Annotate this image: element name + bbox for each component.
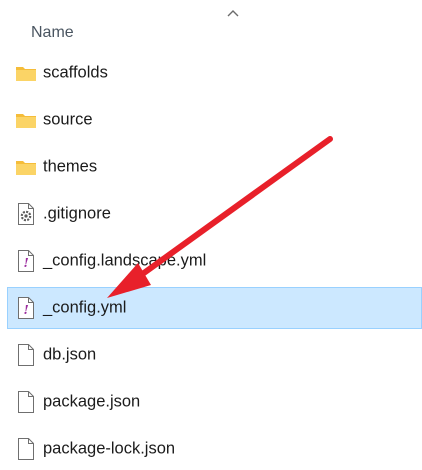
file-row-config-yml[interactable]: ! _config.yml bbox=[7, 287, 422, 329]
document-icon bbox=[18, 438, 34, 460]
folder-icon bbox=[16, 114, 36, 128]
file-row-themes[interactable]: themes bbox=[7, 147, 422, 187]
sort-ascending-icon[interactable] bbox=[226, 8, 240, 18]
document-icon bbox=[18, 344, 34, 366]
folder-icon bbox=[16, 67, 36, 81]
file-row-scaffolds[interactable]: scaffolds bbox=[7, 53, 422, 93]
file-name: db.json bbox=[43, 345, 97, 364]
column-header-name[interactable]: Name bbox=[31, 24, 74, 42]
settings-file-icon bbox=[18, 203, 34, 225]
file-row-source[interactable]: source bbox=[7, 100, 422, 140]
file-row-package-json[interactable]: package.json bbox=[7, 382, 422, 422]
file-name: scaffolds bbox=[43, 63, 108, 82]
file-name: .gitignore bbox=[43, 204, 111, 223]
svg-text:!: ! bbox=[24, 303, 29, 317]
folder-icon bbox=[16, 161, 36, 175]
file-name: source bbox=[43, 110, 93, 129]
file-row-db-json[interactable]: db.json bbox=[7, 335, 422, 375]
file-row-gitignore[interactable]: .gitignore bbox=[7, 194, 422, 234]
file-name: package-lock.json bbox=[43, 439, 176, 458]
svg-text:!: ! bbox=[24, 256, 29, 270]
column-header: Name bbox=[0, 0, 422, 50]
file-row-config-landscape[interactable]: ! _config.landscape.yml bbox=[7, 241, 422, 281]
file-name: _config.landscape.yml bbox=[43, 251, 207, 270]
yaml-file-icon: ! bbox=[18, 250, 34, 272]
file-row-package-lock-json[interactable]: package-lock.json bbox=[7, 429, 422, 469]
file-name: _config.yml bbox=[43, 298, 127, 317]
yaml-file-icon: ! bbox=[18, 297, 34, 319]
file-name: themes bbox=[43, 157, 98, 176]
file-name: package.json bbox=[43, 392, 141, 411]
document-icon bbox=[18, 391, 34, 413]
